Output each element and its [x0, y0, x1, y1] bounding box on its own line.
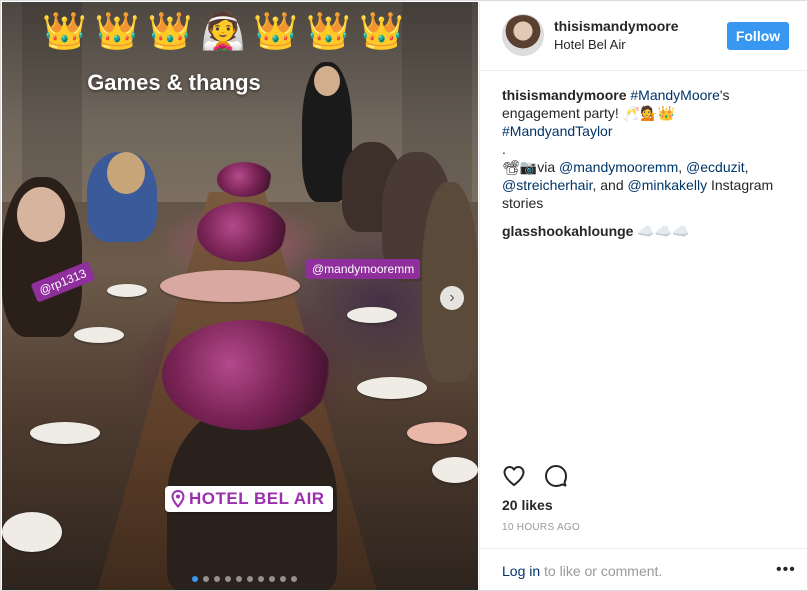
photo-flowers [197, 202, 287, 262]
carousel-dot [214, 576, 220, 582]
carousel-dot [269, 576, 275, 582]
photo-plate [432, 457, 478, 483]
mention-link[interactable]: @ecduzit [686, 159, 745, 175]
more-options-icon[interactable]: ••• [776, 561, 796, 579]
photo-guest-face [107, 152, 145, 194]
post-photo[interactable]: 👑👑👑👰👑👑👑 Games & thangs @rp1313 @mandymoo… [2, 2, 478, 590]
carousel-dot [280, 576, 286, 582]
hashtag-link[interactable]: #MandyandTaylor [502, 123, 613, 139]
carousel-dot [225, 576, 231, 582]
photo-plate [407, 422, 467, 444]
caption-text: , [744, 159, 749, 175]
photo-flowers [217, 162, 272, 197]
caption-username[interactable]: thisismandymoore [502, 87, 626, 103]
login-prompt-text: to like or comment. [540, 563, 663, 579]
photo-guest [422, 182, 478, 382]
header-username[interactable]: thisismandymoore [554, 18, 678, 34]
photo-plate [347, 307, 397, 323]
carousel-dot [247, 576, 253, 582]
comment-username[interactable]: glasshookahlounge [502, 223, 633, 239]
post-side-panel: thisismandymoore Hotel Bel Air Follow th… [479, 2, 807, 590]
comment-text: ☁️☁️☁️ [633, 223, 690, 239]
follow-button[interactable]: Follow [727, 22, 789, 50]
mention-link[interactable]: @mandymooremm [559, 159, 678, 175]
caption-text: 📽📷via [502, 159, 559, 175]
caption-text: , and [592, 177, 628, 193]
caption-dot: . [502, 141, 506, 157]
login-link[interactable]: Log in [502, 563, 540, 579]
mention-link[interactable]: @streicherhair [502, 177, 592, 193]
carousel-dot [203, 576, 209, 582]
photo-flowers [162, 320, 332, 430]
header-location[interactable]: Hotel Bel Air [554, 37, 626, 52]
story-caption: Games & thangs [87, 70, 261, 95]
carousel-dot [236, 576, 242, 582]
avatar[interactable] [502, 14, 544, 56]
post-header: thisismandymoore Hotel Bel Air Follow [480, 2, 807, 71]
caption-text: , [678, 159, 687, 175]
photo-platter [160, 270, 300, 302]
carousel-dot [291, 576, 297, 582]
photo-plate [107, 284, 147, 297]
photo-plate [357, 377, 427, 399]
post-timestamp: 10 HOURS AGO [502, 522, 581, 533]
carousel-dot [192, 576, 198, 582]
likes-count[interactable]: 20 likes [502, 497, 553, 513]
comment-item: glasshookahlounge ☁️☁️☁️ [502, 222, 797, 240]
post-footer: Log in to like or comment. ••• [480, 548, 807, 590]
location-pin-icon [171, 490, 185, 508]
hashtag-link[interactable]: #MandyMoore [630, 87, 720, 103]
comments-section: thisismandymoore #MandyMoore's engagemen… [502, 86, 797, 250]
carousel-dot [258, 576, 264, 582]
mention-tag-mandymooremm: @mandymooremm [306, 259, 421, 279]
login-prompt: Log in to like or comment. [502, 563, 662, 579]
photo-plate [2, 512, 62, 552]
comment-icon[interactable] [544, 464, 568, 488]
photo-guest-face [17, 187, 65, 242]
mention-link[interactable]: @minkakelly [628, 177, 708, 193]
photo-plate [30, 422, 100, 444]
action-bar [502, 464, 568, 488]
crown-stickers: 👑👑👑👰👑👑👑 [42, 10, 412, 51]
heart-icon[interactable] [502, 464, 526, 488]
post-card: 👑👑👑👰👑👑👑 Games & thangs @rp1313 @mandymoo… [0, 0, 808, 591]
carousel-next-button[interactable]: › [440, 286, 464, 310]
carousel-dots [192, 576, 297, 582]
location-sticker-label: HOTEL BEL AIR [189, 489, 325, 508]
chevron-right-icon: › [449, 289, 455, 306]
location-sticker: HOTEL BEL AIR [165, 486, 333, 512]
post-caption: thisismandymoore #MandyMoore's engagemen… [502, 86, 797, 212]
photo-plate [74, 327, 124, 343]
